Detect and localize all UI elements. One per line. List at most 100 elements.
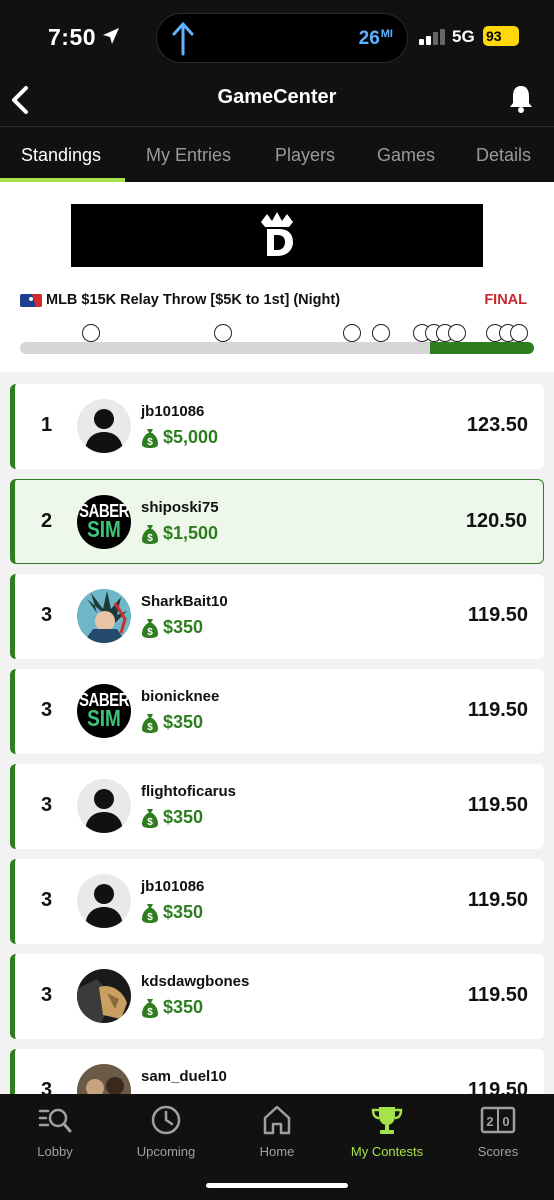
standings-row[interactable]: 3 SABER SIM bionicknee $ $350 119.50 — [10, 669, 544, 754]
prize-amount: $350 — [163, 902, 204, 922]
prize-amount: $350 — [163, 617, 204, 637]
standings-row[interactable]: 3 jb101086 $ $350 119.50 — [10, 859, 544, 944]
bell-icon[interactable] — [508, 84, 534, 114]
username: jb101086 — [141, 403, 205, 420]
payout-marker[interactable] — [448, 324, 466, 342]
payout-marker[interactable] — [372, 324, 390, 342]
trophy-icon — [371, 1107, 403, 1134]
svg-text:$: $ — [147, 722, 153, 733]
battery-indicator: 93 — [483, 26, 519, 46]
photo-avatar — [77, 969, 131, 1023]
dynamic-island[interactable]: 26MI — [156, 13, 408, 63]
sabersim-logo: SABER SIM — [77, 495, 131, 549]
anime-character-avatar — [77, 589, 131, 643]
svg-text:$: $ — [147, 627, 153, 638]
rank: 3 — [41, 699, 53, 721]
rank: 3 — [41, 1079, 53, 1094]
bottom-tab-lobby[interactable]: Lobby — [5, 1102, 105, 1159]
bottom-tab-label: Lobby — [37, 1144, 73, 1159]
avatar — [77, 969, 131, 1023]
standings-row[interactable]: 3 kdsdawgbones $ $350 119.50 — [10, 954, 544, 1039]
username: bionicknee — [141, 688, 220, 705]
payout-marker[interactable] — [510, 324, 528, 342]
username: shiposki75 — [141, 499, 219, 516]
standings-list[interactable]: 1 jb101086 $ $5,000 123.50 2 SABER SIM sh… — [0, 374, 554, 1094]
rank: 2 — [41, 510, 53, 532]
username: SharkBait10 — [141, 593, 228, 610]
location-arrow-icon — [103, 28, 119, 44]
username: jb101086 — [141, 878, 205, 895]
contest-info-row: MLB $15K Relay Throw [$5K to 1st] (Night… — [20, 292, 534, 314]
username: sam_duel10 — [141, 1068, 227, 1085]
rank: 3 — [41, 984, 53, 1006]
tab-games[interactable]: Games — [377, 145, 435, 166]
bottom-tab-upcoming[interactable]: Upcoming — [116, 1102, 216, 1159]
prize-amount: $5,000 — [163, 427, 219, 447]
standings-row[interactable]: 1 jb101086 $ $5,000 123.50 — [10, 384, 544, 469]
scoreboard-icon: 2 0 — [480, 1106, 516, 1134]
money-bag-icon: $ — [142, 999, 158, 1018]
prize-amount: $350 — [163, 712, 204, 732]
avatar — [77, 779, 131, 833]
prize-amount: $350 — [163, 807, 204, 827]
money-bag-icon: $ — [142, 525, 158, 544]
navigation-distance: 26MI — [358, 28, 393, 49]
status-bar: 7:50 26MI 5G 93 — [0, 0, 554, 80]
tab-players[interactable]: Players — [275, 145, 335, 166]
contest-status-badge: FINAL — [484, 292, 527, 308]
page-title: GameCenter — [217, 86, 337, 108]
avatar — [77, 399, 131, 453]
svg-text:0: 0 — [502, 1114, 509, 1129]
money-bag-icon: $ — [142, 904, 158, 923]
prize-amount: $1,500 — [163, 523, 219, 543]
tab-details[interactable]: Details — [476, 145, 531, 166]
avatar — [77, 874, 131, 928]
default-user-avatar-icon — [85, 884, 123, 928]
sabersim-logo: SABER SIM — [77, 684, 131, 738]
svg-text:2: 2 — [486, 1114, 493, 1129]
default-user-avatar-icon — [85, 409, 123, 453]
rank: 1 — [41, 414, 53, 436]
fantasy-score: 120.50 — [465, 510, 527, 532]
avatar — [77, 589, 131, 643]
prize-amount: $350 — [163, 997, 204, 1017]
bottom-tab-label: Home — [259, 1144, 295, 1159]
cellular-signal-icon — [419, 29, 445, 45]
fantasy-score: 119.50 — [467, 794, 528, 816]
payout-progress-track — [20, 342, 534, 354]
avatar: SABER SIM — [77, 495, 131, 549]
home-indicator[interactable] — [206, 1183, 348, 1188]
svg-text:$: $ — [147, 817, 153, 828]
fantasy-score: 119.50 — [467, 604, 528, 626]
tab-my-entries[interactable]: My Entries — [146, 145, 231, 166]
sponsor-banner[interactable] — [71, 204, 483, 267]
username: flightoficarus — [141, 783, 237, 800]
username: kdsdawgbones — [141, 973, 250, 990]
clock-icon — [151, 1105, 181, 1135]
standings-row[interactable]: 3 flightoficarus $ $350 119.50 — [10, 764, 544, 849]
standings-row[interactable]: 3 SharkBait10 $ $350 119.50 — [10, 574, 544, 659]
svg-text:$: $ — [147, 912, 153, 923]
avatar: SABER SIM — [77, 684, 131, 738]
home-icon — [263, 1105, 291, 1135]
rank: 3 — [41, 889, 53, 911]
payout-marker[interactable] — [82, 324, 100, 342]
money-bag-icon: $ — [142, 714, 158, 733]
bottom-tab-label: My Contests — [350, 1144, 424, 1159]
fantasy-score: 119.50 — [467, 699, 528, 721]
bottom-tab-my-contests[interactable]: My Contests — [337, 1102, 437, 1159]
standings-row-own-entry[interactable]: 2 SABER SIM shiposki75 $ $1,500 120.50 — [10, 479, 544, 564]
fantasy-score: 123.50 — [466, 414, 528, 436]
bottom-tab-home[interactable]: Home — [227, 1102, 327, 1159]
payout-marker[interactable] — [343, 324, 361, 342]
standings-row[interactable]: 3 sam_duel10 119.50 — [10, 1049, 544, 1094]
money-bag-icon: $ — [142, 619, 158, 638]
svg-text:$: $ — [147, 1007, 153, 1018]
navigation-arrow-icon — [172, 22, 194, 56]
avatar — [77, 1064, 131, 1094]
bottom-tab-scores[interactable]: 2 0 Scores — [448, 1102, 548, 1159]
status-time: 7:50 — [48, 24, 97, 50]
svg-text:$: $ — [147, 533, 153, 544]
tab-standings[interactable]: Standings — [21, 145, 101, 166]
payout-marker[interactable] — [214, 324, 232, 342]
